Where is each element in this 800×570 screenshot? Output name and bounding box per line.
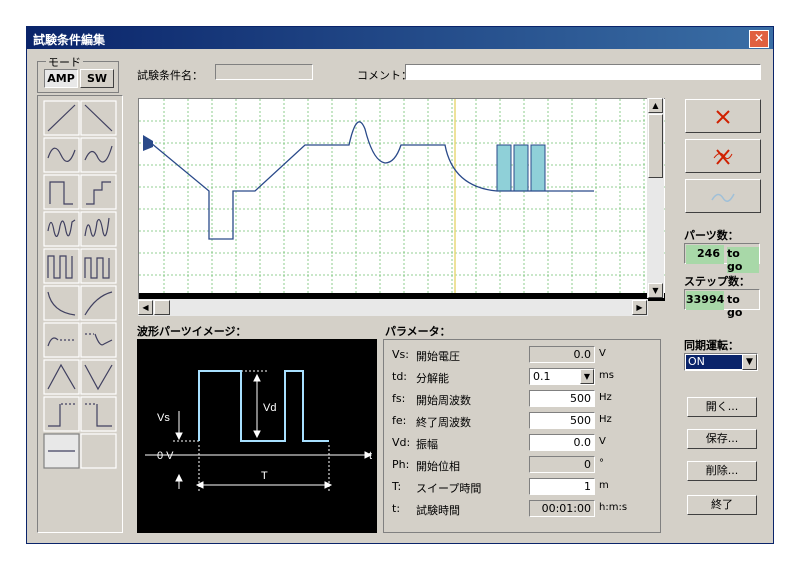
- param-value-field[interactable]: 0.0: [529, 434, 595, 451]
- param-name: 分解能: [416, 372, 449, 385]
- wave-icon: [711, 193, 735, 202]
- vd-label: Vd: [263, 402, 276, 414]
- delete-wave-icon: [713, 149, 733, 165]
- scroll-up-button[interactable]: ▲: [648, 98, 663, 113]
- plot-horizontal-scrollbar[interactable]: ◀ ▶: [138, 299, 648, 316]
- param-unit: V: [599, 436, 606, 447]
- param-key: fs:: [392, 392, 406, 405]
- vs-label: Vs: [157, 412, 170, 424]
- param-select[interactable]: 0.1 ▼: [529, 368, 595, 385]
- param-select-value: 0.1: [533, 370, 551, 383]
- exit-button[interactable]: 終了: [687, 495, 757, 515]
- param-row: Vd: 振幅 0.0 V: [384, 434, 644, 452]
- param-row: Vs: 開始電圧 0.0 V: [384, 346, 644, 364]
- param-row: t: 試験時間 00:01:00 h:m:s: [384, 500, 644, 518]
- test-name-field[interactable]: [215, 64, 313, 80]
- param-unit: Hz: [599, 392, 612, 403]
- waveform-palette-icons: [43, 100, 117, 469]
- start-marker: [143, 135, 153, 151]
- delete-all-button[interactable]: [685, 139, 761, 173]
- scroll-thumb-horizontal[interactable]: [154, 300, 170, 315]
- param-unit: V: [599, 348, 606, 359]
- plot-vertical-scrollbar[interactable]: ▲ ▼: [647, 98, 664, 298]
- param-name: 開始位相: [416, 460, 460, 473]
- param-name: 振幅: [416, 438, 438, 451]
- parts-count-suffix: to go: [727, 247, 759, 273]
- parts-count-value: 246: [686, 245, 724, 264]
- sw-mode-button[interactable]: SW: [80, 69, 114, 88]
- parts-count-label: パーツ数：: [684, 229, 739, 242]
- zero-volt-label: 0 V: [157, 450, 174, 462]
- param-key: Vd:: [392, 436, 411, 449]
- param-row: fs: 開始周波数 500 Hz: [384, 390, 644, 408]
- param-key: fe:: [392, 414, 407, 427]
- scroll-right-button[interactable]: ▶: [632, 300, 647, 315]
- t-axis-label: t: [369, 450, 372, 462]
- param-unit: Hz: [599, 414, 612, 425]
- delete-file-button[interactable]: 削除...: [687, 461, 757, 481]
- param-value-field[interactable]: 500: [529, 390, 595, 407]
- param-key: td:: [392, 370, 408, 383]
- scroll-down-button[interactable]: ▼: [648, 283, 663, 298]
- title-bar[interactable]: 試験条件編集 ✕: [27, 27, 773, 49]
- param-unit: °: [599, 458, 604, 469]
- sync-select[interactable]: ON ▼: [684, 353, 758, 371]
- param-panel: Vs: 開始電圧 0.0 Vtd: 分解能 0.1 ▼ ms fs: 開始周波数 500 Hz fe: 終…: [383, 339, 661, 533]
- sync-select-value: ON: [686, 355, 742, 369]
- param-key: Ph:: [392, 458, 410, 471]
- param-name: 開始周波数: [416, 394, 471, 407]
- open-button[interactable]: 開く...: [687, 397, 757, 417]
- param-unit: h:m:s: [599, 502, 628, 513]
- param-value-field: 0.0: [529, 346, 595, 363]
- param-key: t:: [392, 502, 401, 515]
- sync-label: 同期運転：: [684, 339, 739, 352]
- params-label: パラメータ：: [385, 325, 451, 338]
- param-row: Ph: 開始位相 0 °: [384, 456, 644, 474]
- waveform-plot[interactable]: [138, 98, 665, 301]
- param-value-field: 0: [529, 456, 595, 473]
- mode-legend: モード: [46, 54, 83, 70]
- steps-count-box: 33994 to go: [684, 289, 760, 319]
- param-value-field[interactable]: 1: [529, 478, 595, 495]
- scroll-left-button[interactable]: ◀: [138, 300, 153, 315]
- param-row: td: 分解能 0.1 ▼ ms: [384, 368, 644, 386]
- waveform-palette: [37, 95, 123, 533]
- steps-count-suffix: to go: [727, 293, 743, 319]
- delete-x-icon: [716, 110, 730, 124]
- mode-group: モード AMP SW: [37, 54, 119, 93]
- parts-count-box: 246 to go: [684, 243, 760, 273]
- window-title: 試験条件編集: [33, 33, 106, 47]
- steps-count-value: 33994: [686, 291, 724, 310]
- delete-part-button[interactable]: [685, 99, 761, 133]
- waveform-image-panel: Vs Vd 0 V t T: [137, 339, 377, 533]
- steps-count-label: ステップ数：: [684, 275, 750, 288]
- scroll-thumb-vertical[interactable]: [648, 114, 663, 178]
- period-label: T: [261, 470, 268, 482]
- close-button[interactable]: ✕: [749, 30, 769, 48]
- param-key: Vs:: [392, 348, 409, 361]
- amp-mode-button[interactable]: AMP: [44, 69, 78, 88]
- chevron-down-icon[interactable]: ▼: [580, 369, 594, 384]
- chevron-down-icon[interactable]: ▼: [742, 354, 757, 370]
- comment-label: コメント：: [357, 69, 412, 82]
- param-name: 試験時間: [416, 504, 460, 517]
- param-key: T:: [392, 480, 402, 493]
- dialog-window: 試験条件編集 ✕ モード AMP SW 試験条件名： コメント： ▲ ▼ ◀ ▶…: [26, 26, 774, 544]
- save-button[interactable]: 保存...: [687, 429, 757, 449]
- param-name: スイープ時間: [416, 482, 482, 495]
- waveform-diagram: Vs Vd 0 V t T: [145, 370, 373, 491]
- param-row: T: スイープ時間 1 m: [384, 478, 644, 496]
- param-name: 終了周波数: [416, 416, 471, 429]
- param-unit: m: [599, 480, 609, 491]
- waveform-plot-svg: [139, 99, 665, 301]
- comment-field[interactable]: [405, 64, 761, 80]
- image-panel-label: 波形パーツイメージ：: [137, 325, 247, 338]
- param-name: 開始電圧: [416, 350, 460, 363]
- param-row: fe: 終了周波数 500 Hz: [384, 412, 644, 430]
- wave-button[interactable]: [685, 179, 761, 213]
- param-value-field[interactable]: 500: [529, 412, 595, 429]
- test-name-label: 試験条件名：: [137, 69, 203, 82]
- param-value-field: 00:01:00: [529, 500, 595, 517]
- param-unit: ms: [599, 370, 614, 381]
